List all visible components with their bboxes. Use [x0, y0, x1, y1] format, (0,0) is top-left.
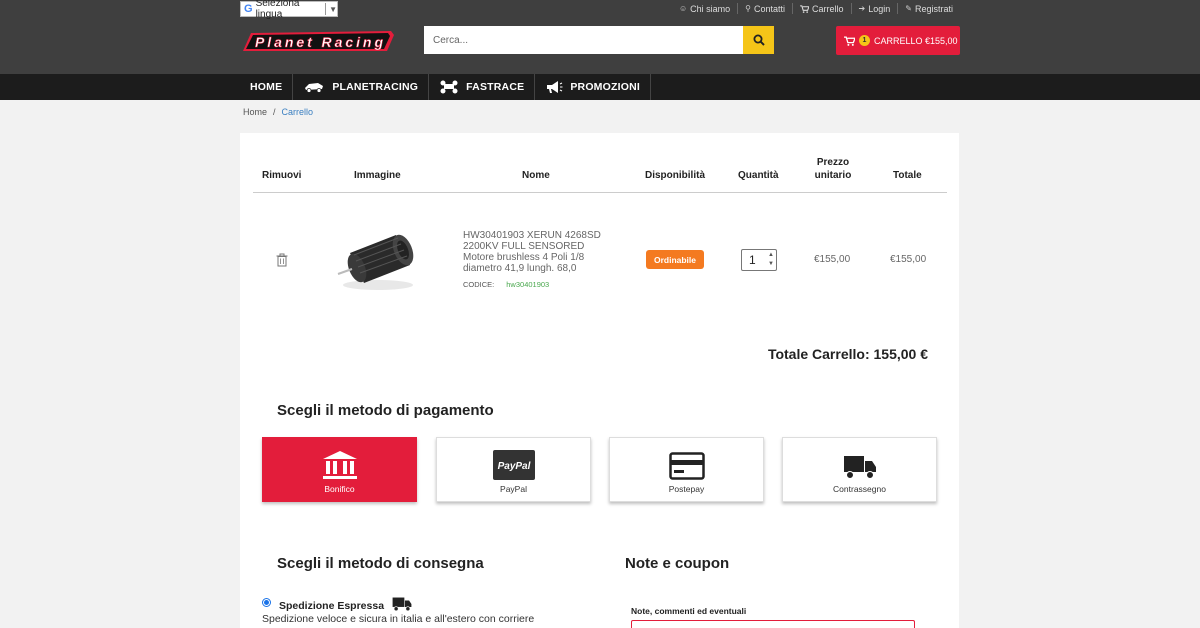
- main-nav: HOME PLANETRACING FASTRACE PROMOZIONI: [0, 74, 1200, 100]
- notes-label: Note, commenti ed eventuali: [631, 606, 747, 616]
- rc-car-icon: [305, 83, 324, 93]
- delivery-option-text: Spedizione Espressa: [279, 600, 385, 612]
- top-link-chi-siamo[interactable]: ☺ Chi siamo: [672, 3, 737, 14]
- quantity-spinner[interactable]: ▲ ▼: [768, 251, 774, 269]
- credit-card-icon: [668, 452, 705, 480]
- trash-icon[interactable]: [276, 253, 288, 267]
- login-icon: ➔: [858, 4, 866, 13]
- nav-item-label: HOME: [250, 81, 283, 93]
- payment-option-label: Postepay: [668, 484, 705, 494]
- column-header-availability: Disponibilità: [645, 170, 705, 181]
- cart-count-badge: 1: [859, 35, 870, 46]
- availability-badge: Ordinabile: [646, 250, 704, 269]
- product-image[interactable]: [328, 225, 428, 295]
- truck-icon: [392, 597, 412, 612]
- column-header-remove: Rimuovi: [262, 170, 302, 181]
- nav-item-planetracing[interactable]: PLANETRACING: [293, 74, 430, 100]
- breadcrumb: Home / Carrello: [243, 107, 313, 117]
- bank-icon: [322, 451, 357, 479]
- unit-price: €155,00: [814, 254, 851, 265]
- svg-text:PayPal: PayPal: [497, 461, 530, 472]
- product-name[interactable]: HW30401903 XERUN 4268SD 2200KV FULL SENS…: [463, 230, 613, 274]
- nav-item-home[interactable]: HOME: [240, 74, 294, 100]
- column-header-name: Nome: [522, 170, 550, 181]
- column-header-unit-price: Prezzo unitario: [814, 157, 852, 181]
- column-header-total: Totale: [893, 170, 922, 181]
- nav-item-promozioni[interactable]: PROMOZIONI: [535, 74, 651, 100]
- top-link-registrati[interactable]: ✎ Registrati: [897, 3, 960, 14]
- breadcrumb-separator: /: [273, 107, 276, 117]
- cart-card: Rimuovi Immagine Nome Disponibilità Quan…: [240, 133, 959, 628]
- product-code-label: CODICE:: [463, 280, 495, 289]
- top-link-label: Chi siamo: [690, 3, 731, 14]
- top-link-label: Carrello: [812, 3, 844, 14]
- line-total: €155,00: [890, 254, 927, 265]
- payment-option-contrassegno[interactable]: Contrassegno: [782, 437, 937, 502]
- top-link-carrello[interactable]: Carrello: [792, 3, 851, 14]
- divider: [253, 192, 947, 193]
- buggy-icon: [440, 80, 458, 94]
- payment-option-bonifico[interactable]: Bonifico: [262, 437, 417, 502]
- payment-option-paypal[interactable]: PayPal PayPal: [436, 437, 591, 502]
- payment-option-label: Bonifico: [324, 484, 355, 494]
- top-link-label: Contatti: [754, 3, 786, 14]
- search-input[interactable]: [424, 26, 743, 54]
- nav-item-fastrace[interactable]: FASTRACE: [429, 74, 536, 100]
- top-link-label: Login: [868, 3, 891, 14]
- top-link-contatti[interactable]: ⚲ Contatti: [737, 3, 792, 14]
- quantity-value: 1: [749, 253, 756, 267]
- edit-icon: ✎: [905, 4, 912, 13]
- payment-option-postepay[interactable]: Postepay: [609, 437, 764, 502]
- cart-button[interactable]: 1 CARRELLO €155,00: [836, 26, 960, 55]
- chevron-up-icon[interactable]: ▲: [768, 251, 774, 260]
- search-bar: [424, 26, 774, 54]
- delivery-option-label: Spedizione Espressa: [279, 596, 412, 612]
- nav-item-label: PROMOZIONI: [570, 81, 640, 93]
- column-header-image: Immagine: [354, 170, 401, 181]
- cart-total: Totale Carrello: 155,00 €: [767, 346, 928, 362]
- planet-racing-logo[interactable]: Planet Racing: [241, 29, 396, 54]
- nav-item-label: FASTRACE: [466, 81, 525, 93]
- site-header: G Seleziona lingua ▼ ☺ Chi siamo ⚲ Conta…: [0, 0, 1200, 74]
- nav-item-label: PLANETRACING: [332, 81, 419, 93]
- payment-option-label: Contrassegno: [833, 484, 886, 494]
- delivery-title: Scegli il metodo di consegna: [277, 555, 484, 572]
- cart-icon: [800, 4, 810, 13]
- search-icon: [753, 34, 765, 46]
- payment-title: Scegli il metodo di pagamento: [277, 402, 494, 419]
- map-pin-icon: ⚲: [745, 4, 751, 13]
- cart-icon: [844, 35, 855, 46]
- cart-button-label: CARRELLO €155,00: [874, 35, 958, 46]
- product-code-value: hw30401903: [506, 280, 550, 289]
- notes-title: Note e coupon: [625, 555, 730, 572]
- search-button[interactable]: [743, 26, 774, 54]
- smile-icon: ☺: [678, 4, 688, 13]
- delivery-description: Spedizione veloce e sicura in italia e a…: [262, 613, 535, 625]
- notes-textarea[interactable]: [631, 620, 915, 628]
- language-selector-label: Seleziona lingua: [255, 0, 300, 20]
- quantity-stepper[interactable]: 1 ▲ ▼: [741, 249, 777, 271]
- dropdown-arrow-icon: ▼: [329, 4, 337, 14]
- chevron-down-icon[interactable]: ▼: [768, 260, 774, 269]
- megaphone-icon: [547, 81, 563, 93]
- paypal-icon: PayPal: [492, 450, 535, 480]
- divider: [325, 3, 327, 15]
- column-header-quantity: Quantità: [738, 170, 779, 181]
- language-selector[interactable]: G Seleziona lingua ▼: [240, 0, 338, 20]
- top-link-login[interactable]: ➔ Login: [850, 3, 898, 14]
- payment-option-label: PayPal: [500, 484, 527, 494]
- breadcrumb-current[interactable]: Carrello: [282, 107, 314, 117]
- truck-icon: [843, 456, 876, 479]
- top-links: ☺ Chi siamo ⚲ Contatti Carrello ➔ Login …: [672, 3, 960, 14]
- google-icon: G: [244, 3, 253, 15]
- product-code: CODICE: hw30401903: [463, 280, 549, 289]
- breadcrumb-home[interactable]: Home: [243, 107, 267, 117]
- delivery-radio-espressa[interactable]: [262, 598, 271, 607]
- top-link-label: Registrati: [914, 3, 953, 14]
